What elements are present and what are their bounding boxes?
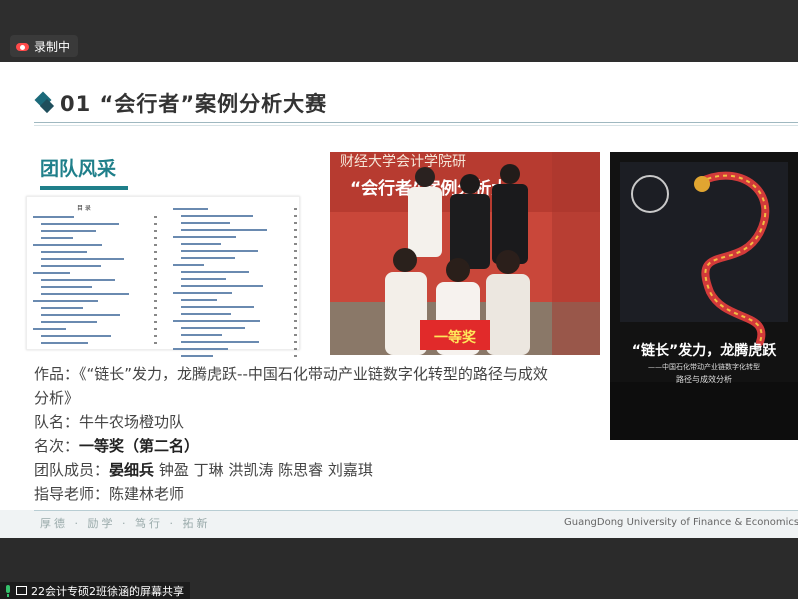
- toc-line: [33, 235, 157, 241]
- toc-line: [173, 332, 297, 338]
- toc-line: [33, 256, 157, 262]
- toc-line: [173, 325, 297, 331]
- title-divider: [34, 122, 798, 123]
- toc-line: [33, 326, 157, 332]
- toc-line: [33, 221, 157, 227]
- slide-title-row: 01 “会行者”案例分析大赛: [34, 88, 327, 118]
- members-row: 团队成员：晏细兵 钟盈 丁琳 洪凯涛 陈思睿 刘嘉琪: [34, 458, 548, 482]
- advisor-row: 指导老师：陈建林老师: [34, 482, 548, 506]
- team-value: 牛牛农场橙功队: [79, 413, 185, 431]
- toc-line: [173, 255, 297, 261]
- rank-row: 名次：一等奖（第二名）: [34, 434, 548, 458]
- toc-line: [173, 241, 297, 247]
- toc-column-right: [173, 205, 297, 359]
- screen-share-indicator[interactable]: 22会计专硕2班徐涵的屏幕共享: [0, 582, 190, 599]
- diamond-icon: [34, 91, 55, 114]
- work-row: 作品：《“链长”发力，龙腾虎跃--中国石化带动产业链数字化转型的路径与成效: [34, 362, 548, 386]
- work-label: 作品：: [34, 365, 80, 383]
- toc-line: [173, 339, 297, 345]
- toc-line: [173, 234, 297, 240]
- advisor-value: 陈建林老师: [109, 485, 185, 503]
- team-photo-illustration: 财经大学会计学院研 “会行者”案例分析大 一等奖: [330, 152, 600, 355]
- toc-line: [33, 305, 157, 311]
- members-rest: 钟盈 丁琳 洪凯涛 陈思睿 刘嘉琪: [158, 461, 373, 479]
- toc-line: [33, 340, 157, 346]
- toc-line: [33, 228, 157, 234]
- microphone-icon: [4, 584, 12, 597]
- toc-line: [173, 213, 297, 219]
- toc-line: [173, 206, 297, 212]
- meeting-top-bar: 录制中: [0, 0, 798, 62]
- school-motto: 厚德 · 励学 · 笃行 · 拓新: [40, 517, 211, 530]
- photo-banner-top: 财经大学会计学院研: [340, 154, 466, 170]
- toc-line: [33, 298, 157, 304]
- toc-line: [33, 277, 157, 283]
- toc-line: [33, 291, 157, 297]
- toc-line: [173, 220, 297, 226]
- toc-line: [173, 227, 297, 233]
- toc-line: [33, 242, 157, 248]
- table-of-contents-image: 目 录: [26, 196, 300, 357]
- rank-label: 名次：: [34, 437, 80, 455]
- toc-line: [173, 318, 297, 324]
- screen-share-icon: [16, 586, 27, 595]
- team-row: 队名：牛牛农场橙功队: [34, 410, 548, 434]
- poster-subtitle: ——中国石化带动产业链数字化转型: [648, 363, 760, 371]
- section-underline: [40, 186, 128, 190]
- shared-slide: 01 “会行者”案例分析大赛 团队风采 目 录 财经大学会计学院研 “会行者”案…: [0, 62, 798, 538]
- members-lead: 晏细兵: [109, 461, 155, 479]
- title-divider-light: [34, 125, 798, 126]
- toc-line: [33, 333, 157, 339]
- poster-headline: “链长”发力，龙腾虎跃: [631, 343, 777, 359]
- screen-share-label: 22会计专硕2班徐涵的屏幕共享: [31, 584, 184, 598]
- university-name: GuangDong University of Finance & Econom…: [564, 517, 798, 528]
- toc-line: [173, 311, 297, 317]
- work-row-cont: 分析》: [34, 386, 548, 410]
- toc-title: 目 录: [77, 205, 91, 212]
- toc-line: [33, 319, 157, 325]
- toc-line: [33, 214, 157, 220]
- toc-line: [173, 269, 297, 275]
- cloud-record-icon: [16, 41, 30, 51]
- team-photo: 财经大学会计学院研 “会行者”案例分析大 一等奖: [330, 152, 600, 355]
- work-value-cont: 分析》: [34, 389, 80, 407]
- toc-line: [173, 248, 297, 254]
- toc-line: [173, 262, 297, 268]
- recording-indicator[interactable]: 录制中: [10, 35, 79, 57]
- team-label: 队名：: [34, 413, 80, 431]
- section-heading: 团队风采: [40, 158, 117, 180]
- award-sign: 一等奖: [434, 329, 477, 346]
- poster-subtitle-2: 路径与成效分析: [676, 375, 732, 384]
- recording-label: 录制中: [34, 39, 71, 54]
- advisor-label: 指导老师：: [34, 485, 110, 503]
- footer-divider: [34, 510, 798, 511]
- poster-illustration: [610, 152, 798, 440]
- toc-line: [33, 312, 157, 318]
- toc-column-left: [33, 213, 157, 346]
- toc-line: [173, 346, 297, 352]
- toc-line: [33, 249, 157, 255]
- toc-line: [173, 353, 297, 359]
- members-label: 团队成员：: [34, 461, 110, 479]
- rank-value: 一等奖（第二名）: [79, 437, 200, 455]
- toc-line: [173, 276, 297, 282]
- award-info: 作品：《“链长”发力，龙腾虎跃--中国石化带动产业链数字化转型的路径与成效 分析…: [34, 362, 548, 506]
- toc-line: [173, 283, 297, 289]
- toc-line: [33, 263, 157, 269]
- toc-line: [33, 270, 157, 276]
- case-poster: “链长”发力，龙腾虎跃 ——中国石化带动产业链数字化转型 路径与成效分析: [610, 152, 798, 440]
- toc-line: [173, 304, 297, 310]
- slide-title: 01 “会行者”案例分析大赛: [60, 92, 328, 116]
- toc-line: [173, 297, 297, 303]
- toc-line: [33, 284, 157, 290]
- toc-line: [173, 290, 297, 296]
- work-value: 《“链长”发力，龙腾虎跃--中国石化带动产业链数字化转型的路径与成效: [79, 365, 548, 383]
